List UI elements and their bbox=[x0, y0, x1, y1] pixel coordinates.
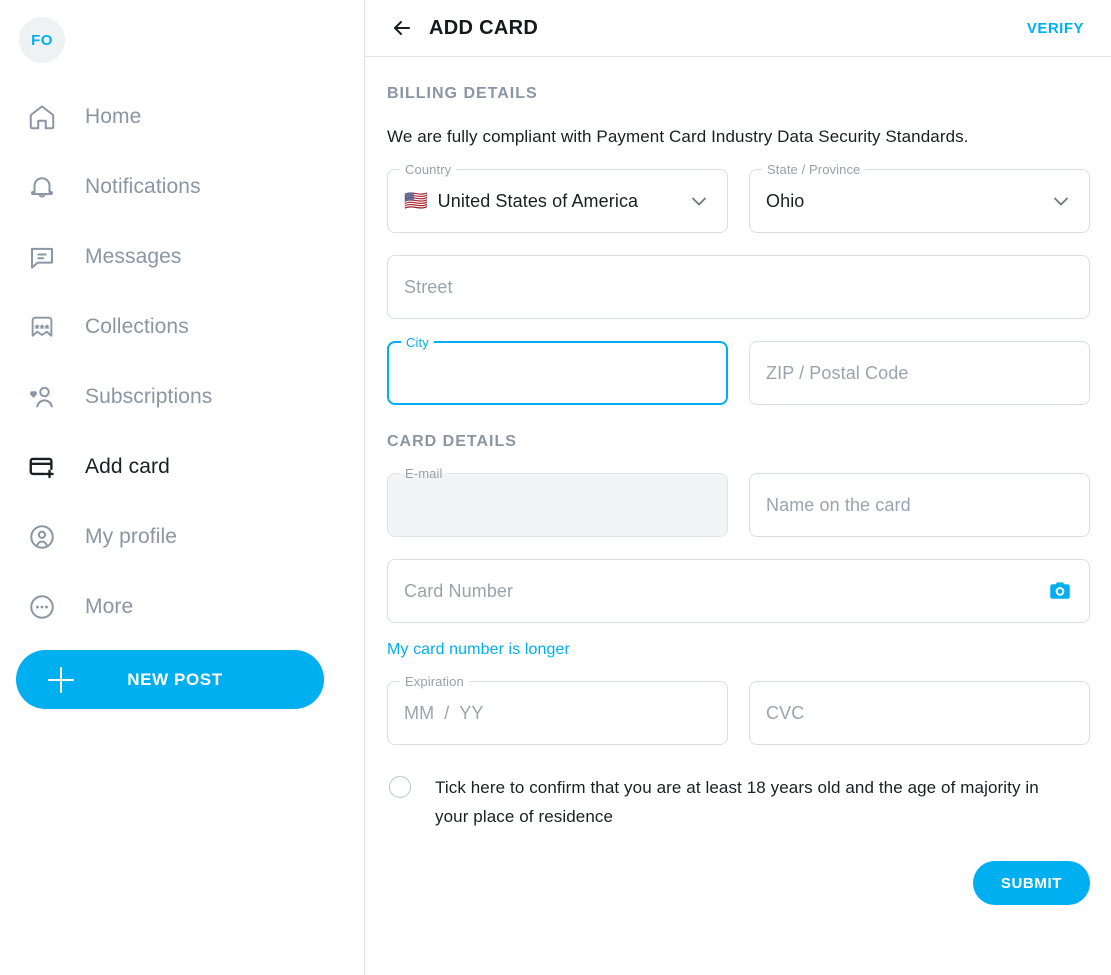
compliance-text: We are fully compliant with Payment Card… bbox=[387, 127, 969, 146]
street-input[interactable]: Street bbox=[387, 255, 1090, 319]
chevron-down-icon[interactable] bbox=[687, 189, 711, 213]
country-legend: Country bbox=[400, 162, 457, 177]
verify-button[interactable]: VERIFY bbox=[1021, 19, 1090, 38]
card-number-row: Card Number bbox=[387, 559, 1090, 623]
new-post-button[interactable]: NEW POST bbox=[16, 650, 324, 709]
user-circle-icon bbox=[22, 517, 62, 557]
age-consent-checkbox[interactable] bbox=[389, 776, 411, 798]
email-field: E-mail bbox=[387, 466, 728, 537]
expiration-month-placeholder: MM bbox=[404, 702, 435, 723]
name-on-card-placeholder: Name on the card bbox=[766, 494, 911, 515]
cvc-col: CVC bbox=[749, 681, 1090, 745]
main-panel: ADD CARD VERIFY BILLING DETAILS We are f… bbox=[365, 0, 1111, 975]
city-zip-row: City ZIP / Postal Code bbox=[387, 335, 1090, 405]
zip-col: ZIP / Postal Code bbox=[749, 341, 1090, 405]
country-col: Country 🇺🇸 United States of America bbox=[387, 162, 728, 233]
sidebar-item-label: Messages bbox=[85, 245, 182, 268]
age-consent-row: Tick here to confirm that you are at lea… bbox=[387, 773, 1090, 831]
country-select[interactable]: Country 🇺🇸 United States of America bbox=[387, 162, 728, 233]
email-legend: E-mail bbox=[400, 466, 448, 481]
email-name-row: E-mail Name on the card bbox=[387, 466, 1090, 537]
state-legend: State / Province bbox=[762, 162, 866, 177]
card-number-input[interactable]: Card Number bbox=[387, 559, 1090, 623]
ellipsis-circle-icon bbox=[22, 587, 62, 627]
expiration-input[interactable]: Expiration MM / YY bbox=[387, 674, 728, 745]
expiration-year-placeholder: YY bbox=[459, 702, 484, 723]
bell-icon bbox=[22, 167, 62, 207]
camera-icon[interactable] bbox=[1047, 578, 1073, 604]
sidebar-item-collections[interactable]: Collections bbox=[0, 292, 365, 362]
sidebar-item-label: My profile bbox=[85, 525, 178, 548]
message-icon bbox=[22, 237, 62, 277]
page-title: ADD CARD bbox=[429, 16, 539, 39]
sidebar-item-messages[interactable]: Messages bbox=[0, 222, 365, 292]
state-select[interactable]: State / Province Ohio bbox=[749, 162, 1090, 233]
sidebar-item-label: Add card bbox=[85, 455, 170, 478]
user-heart-icon bbox=[22, 377, 62, 417]
zip-input[interactable]: ZIP / Postal Code bbox=[749, 341, 1090, 405]
credit-card-plus-icon bbox=[22, 447, 62, 487]
country-state-row: Country 🇺🇸 United States of America Stat… bbox=[387, 162, 1090, 233]
card-number-col: Card Number bbox=[387, 559, 1090, 623]
us-flag-icon: 🇺🇸 bbox=[404, 190, 428, 212]
name-on-card-col: Name on the card bbox=[749, 473, 1090, 537]
avatar-initials: FO bbox=[31, 31, 53, 49]
add-card-page: FO Home Notifications Messages Collectio… bbox=[0, 0, 1111, 975]
sidebar-item-more[interactable]: More bbox=[0, 572, 365, 642]
state-value: Ohio bbox=[766, 190, 805, 211]
sidebar-item-label: Subscriptions bbox=[85, 385, 213, 408]
name-on-card-input[interactable]: Name on the card bbox=[749, 473, 1090, 537]
sidebar-item-label: Home bbox=[85, 105, 142, 128]
expiration-separator: / bbox=[444, 702, 450, 723]
sidebar-item-add-card[interactable]: Add card bbox=[0, 432, 365, 502]
arrow-left-icon[interactable] bbox=[387, 13, 417, 43]
email-col: E-mail bbox=[387, 466, 728, 537]
sidebar-item-label: More bbox=[85, 595, 134, 618]
city-col: City bbox=[387, 335, 728, 405]
sidebar-item-label: Collections bbox=[85, 315, 189, 338]
cvc-input[interactable]: CVC bbox=[749, 681, 1090, 745]
sidebar-item-subscriptions[interactable]: Subscriptions bbox=[0, 362, 365, 432]
card-number-placeholder: Card Number bbox=[404, 580, 514, 601]
state-col: State / Province Ohio bbox=[749, 162, 1090, 233]
plus-icon bbox=[48, 666, 74, 693]
sidebar-item-notifications[interactable]: Notifications bbox=[0, 152, 365, 222]
sidebar: FO Home Notifications Messages Collectio… bbox=[0, 0, 365, 975]
avatar[interactable]: FO bbox=[19, 17, 65, 63]
expiration-cvc-row: Expiration MM / YY CVC bbox=[387, 674, 1090, 745]
zip-placeholder: ZIP / Postal Code bbox=[766, 362, 909, 383]
age-consent-label: Tick here to confirm that you are at lea… bbox=[435, 778, 1039, 826]
sidebar-nav: Home Notifications Messages Collections … bbox=[0, 82, 365, 642]
new-post-label: NEW POST bbox=[127, 669, 223, 689]
street-row: Street bbox=[387, 255, 1090, 319]
expiration-col: Expiration MM / YY bbox=[387, 674, 728, 745]
top-bar: ADD CARD VERIFY bbox=[365, 0, 1111, 57]
cvc-placeholder: CVC bbox=[766, 702, 805, 723]
sidebar-item-my-profile[interactable]: My profile bbox=[0, 502, 365, 572]
form-content: BILLING DETAILS We are fully compliant w… bbox=[365, 85, 1111, 905]
chevron-down-icon[interactable] bbox=[1049, 189, 1073, 213]
bookmark-stars-icon bbox=[22, 307, 62, 347]
submit-button[interactable]: SUBMIT bbox=[972, 861, 1090, 905]
card-number-longer-link[interactable]: My card number is longer bbox=[387, 641, 570, 659]
sidebar-item-label: Notifications bbox=[85, 175, 201, 198]
expiration-legend: Expiration bbox=[400, 674, 469, 689]
street-col: Street bbox=[387, 255, 1090, 319]
sidebar-item-home[interactable]: Home bbox=[0, 82, 365, 152]
street-placeholder: Street bbox=[404, 276, 453, 297]
country-value: United States of America bbox=[437, 190, 639, 211]
card-details-heading: CARD DETAILS bbox=[387, 433, 517, 450]
home-icon bbox=[22, 97, 62, 137]
city-input[interactable]: City bbox=[387, 335, 728, 405]
submit-row: SUBMIT bbox=[387, 861, 1090, 905]
city-legend: City bbox=[401, 335, 434, 350]
billing-details-heading: BILLING DETAILS bbox=[387, 85, 538, 102]
